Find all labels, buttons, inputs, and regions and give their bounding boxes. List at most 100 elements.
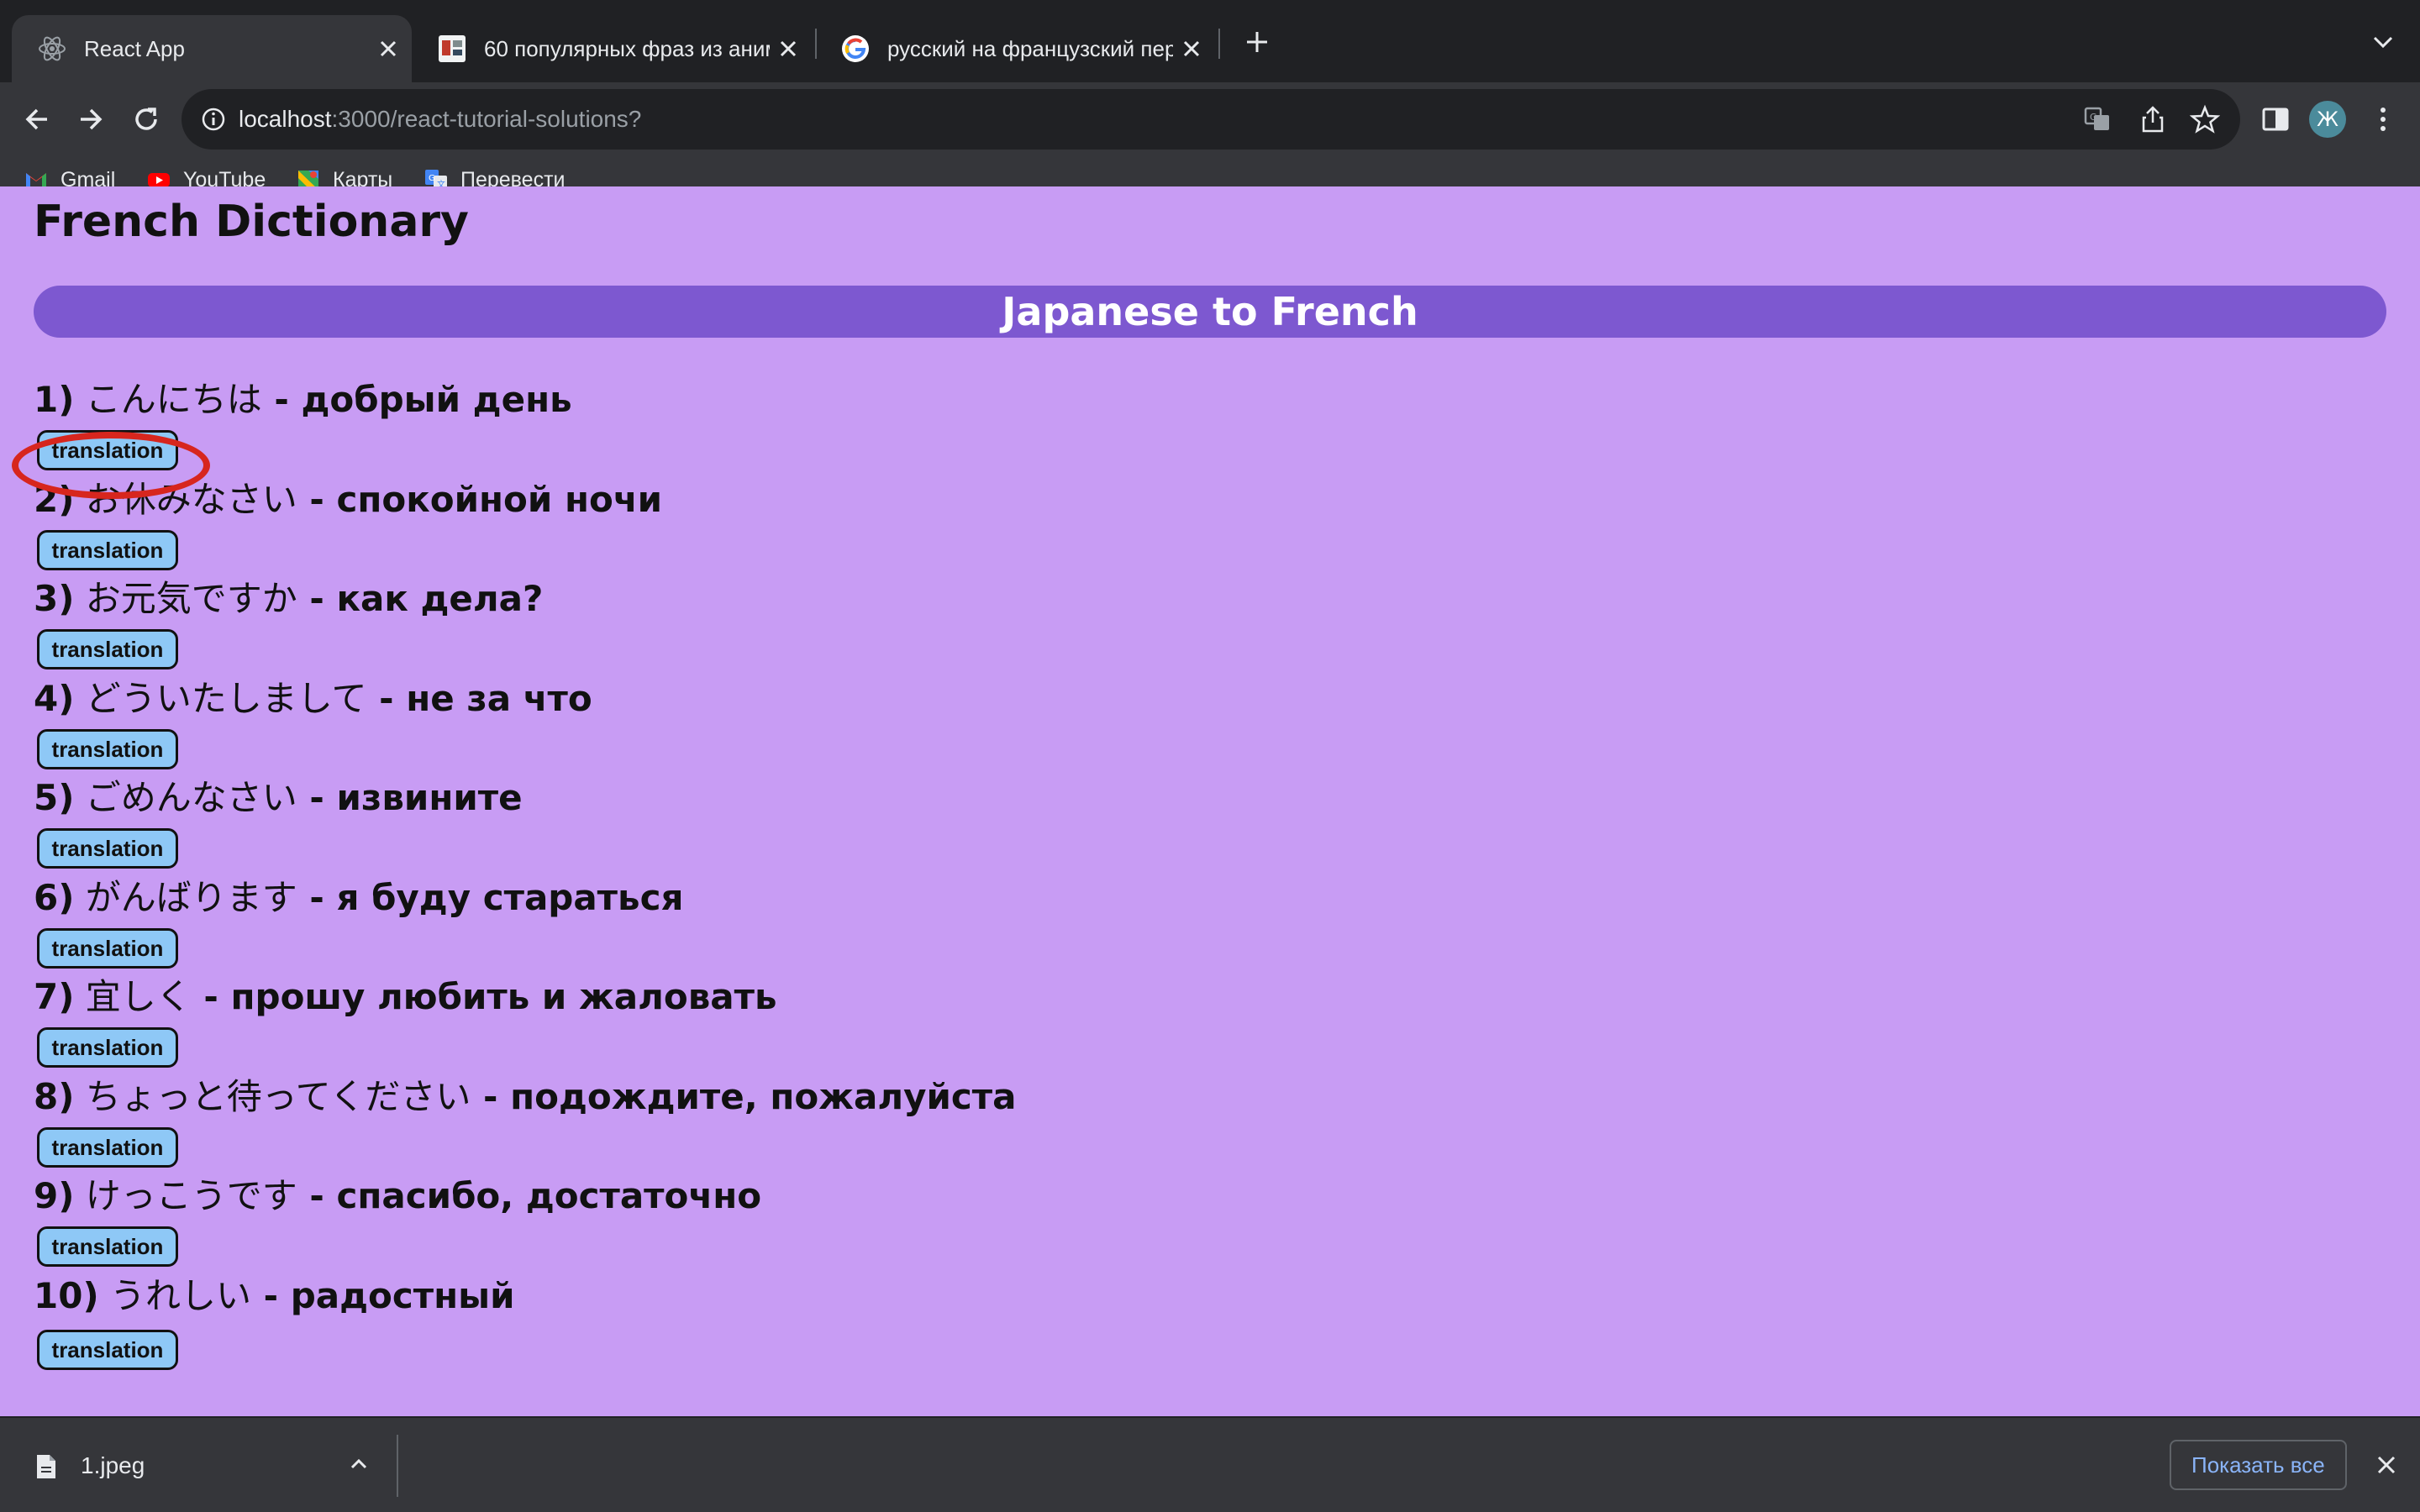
translation-button[interactable]: translation	[37, 530, 178, 570]
react-icon	[39, 36, 66, 61]
site-info-icon[interactable]	[200, 106, 227, 133]
entry-number: 1)	[34, 379, 75, 420]
entry-japanese: 宜しく	[85, 976, 192, 1017]
entry-translation: спокойной ночи	[336, 479, 663, 520]
download-file-name: 1.jpeg	[81, 1452, 145, 1478]
dictionary-entry: 3) お元気ですか - как дела? translation	[34, 572, 1210, 671]
tab-title: 60 популярных фраз из аниме	[484, 36, 770, 61]
entry-text: 8) ちょっと待ってください - подождите, пожалуйста	[34, 1070, 1016, 1124]
tab-separator	[1218, 29, 1220, 59]
bookmark-star-icon[interactable]	[2190, 104, 2220, 134]
download-shelf: 1.jpeg Показать все	[0, 1416, 2420, 1512]
dictionary-entry: 10) うれしい - радостный translation	[34, 1269, 1210, 1370]
entry-separator: -	[471, 1076, 511, 1117]
entry-translation: не за что	[406, 678, 592, 719]
share-icon[interactable]	[2138, 104, 2168, 134]
entry-number: 4)	[34, 678, 75, 719]
entry-text: 1) こんにちは - добрый день	[34, 373, 572, 427]
section-banner: Japanese to French	[34, 286, 2386, 338]
entry-japanese: お元気ですか	[85, 578, 297, 619]
entry-text: 5) ごめんなさい - извините	[34, 771, 523, 825]
entry-japanese: ちょっと待ってください	[85, 1076, 471, 1117]
entry-text: 2) お休みなさい - спокойной ночи	[34, 473, 662, 527]
shelf-divider	[397, 1435, 398, 1497]
dictionary-entry: 9) けっこうです - спасибо, достаточно translat…	[34, 1169, 1210, 1268]
back-icon[interactable]	[17, 99, 57, 139]
entry-number: 5)	[34, 777, 75, 818]
profile-avatar[interactable]: Ж	[2309, 101, 2346, 138]
file-icon	[37, 1455, 55, 1478]
entry-separator: -	[297, 1175, 337, 1216]
translation-button[interactable]: translation	[37, 1226, 178, 1267]
dictionary-entry: 2) お休みなさい - спокойной ночи translation	[34, 473, 1210, 572]
forward-icon[interactable]	[71, 99, 111, 139]
tab-search-chevron-icon[interactable]	[2368, 27, 2398, 57]
entry-japanese: どういたしまして	[85, 678, 367, 719]
entry-number: 8)	[34, 1076, 75, 1117]
url-path: :3000/react-tutorial-solutions?	[331, 106, 642, 132]
entry-number: 6)	[34, 877, 75, 918]
entry-text: 7) 宜しく - прошу любить и жаловать	[34, 970, 777, 1024]
entry-separator: -	[191, 976, 231, 1017]
show-all-downloads-button[interactable]: Показать все	[2170, 1440, 2347, 1490]
chevron-up-icon[interactable]	[346, 1452, 371, 1477]
entry-separator: -	[251, 1275, 291, 1316]
dictionary-entry: 4) どういたしまして - не за что translation	[34, 672, 1210, 771]
page-title: French Dictionary	[34, 197, 469, 247]
tab-strip: React App 60 популярных фраз из аниме ру…	[0, 0, 2420, 82]
translation-button[interactable]: translation	[37, 629, 178, 669]
entry-japanese: けっこうです	[85, 1175, 297, 1216]
browser-toolbar: localhost:3000/react-tutorial-solutions?…	[0, 82, 2420, 203]
tab-google-translate[interactable]: русский на французский пере	[815, 15, 1215, 82]
svg-text:G: G	[2090, 112, 2097, 123]
translation-button[interactable]: translation	[37, 729, 178, 769]
entry-number: 7)	[34, 976, 75, 1017]
url-text: localhost:3000/react-tutorial-solutions?	[239, 89, 641, 150]
tab-close-icon[interactable]	[1176, 34, 1207, 64]
tab-title: React App	[84, 36, 185, 61]
translation-button[interactable]: translation	[37, 1127, 178, 1168]
page-translate-icon[interactable]: G	[2082, 104, 2112, 134]
google-icon	[842, 35, 869, 62]
address-bar[interactable]: localhost:3000/react-tutorial-solutions?…	[182, 89, 2240, 150]
section-title: Japanese to French	[1002, 289, 1418, 334]
tab-anime-phrases[interactable]: 60 популярных фраз из аниме	[412, 15, 812, 82]
url-host: localhost	[239, 106, 332, 132]
entry-text: 10) うれしい - радостный	[34, 1269, 515, 1323]
entry-separator: -	[297, 777, 337, 818]
page-content: French Dictionary Japanese to French 1) …	[0, 186, 2420, 1417]
download-item[interactable]: 1.jpeg	[0, 1418, 397, 1512]
entry-separator: -	[297, 578, 337, 619]
translation-button[interactable]: translation	[37, 1330, 178, 1370]
tab-close-icon[interactable]	[773, 34, 803, 64]
dictionary-entry: 5) ごめんなさい - извините translation	[34, 771, 1210, 870]
translation-button[interactable]: translation	[37, 430, 178, 470]
entry-translation: добрый день	[301, 379, 572, 420]
side-panel-icon[interactable]	[2259, 99, 2292, 139]
entry-separator: -	[297, 877, 337, 918]
close-icon[interactable]	[2371, 1450, 2402, 1480]
entry-number: 10)	[34, 1275, 99, 1316]
tab-react-app[interactable]: React App	[12, 15, 412, 82]
menu-kebab-icon[interactable]	[2366, 99, 2400, 139]
entry-text: 3) お元気ですか - как дела?	[34, 572, 543, 626]
new-tab-icon[interactable]	[1242, 27, 1272, 57]
translation-button[interactable]: translation	[37, 1027, 178, 1068]
dictionary-entry: 1) こんにちは - добрый день translation	[34, 373, 1210, 472]
entry-japanese: お休みなさい	[85, 479, 297, 520]
translation-button[interactable]: translation	[37, 828, 178, 869]
reload-icon[interactable]	[126, 99, 166, 139]
tab-close-icon[interactable]	[373, 34, 403, 64]
translation-button[interactable]: translation	[37, 928, 178, 969]
entry-translation: прошу любить и жаловать	[230, 976, 777, 1017]
dictionary-entry: 7) 宜しく - прошу любить и жаловать transla…	[34, 970, 1210, 1069]
tab-title: русский на французский пере	[887, 36, 1173, 61]
entry-translation: спасибо, достаточно	[336, 1175, 762, 1216]
image-favicon-icon	[439, 35, 466, 62]
dictionary-entry: 8) ちょっと待ってください - подождите, пожалуйста t…	[34, 1070, 1210, 1169]
entry-number: 2)	[34, 479, 75, 520]
entry-text: 6) がんばります - я буду стараться	[34, 871, 683, 925]
entry-text: 9) けっこうです - спасибо, достаточно	[34, 1169, 761, 1223]
dictionary-entry: 6) がんばります - я буду стараться translation	[34, 871, 1210, 970]
entry-japanese: こんにちは	[85, 379, 262, 420]
